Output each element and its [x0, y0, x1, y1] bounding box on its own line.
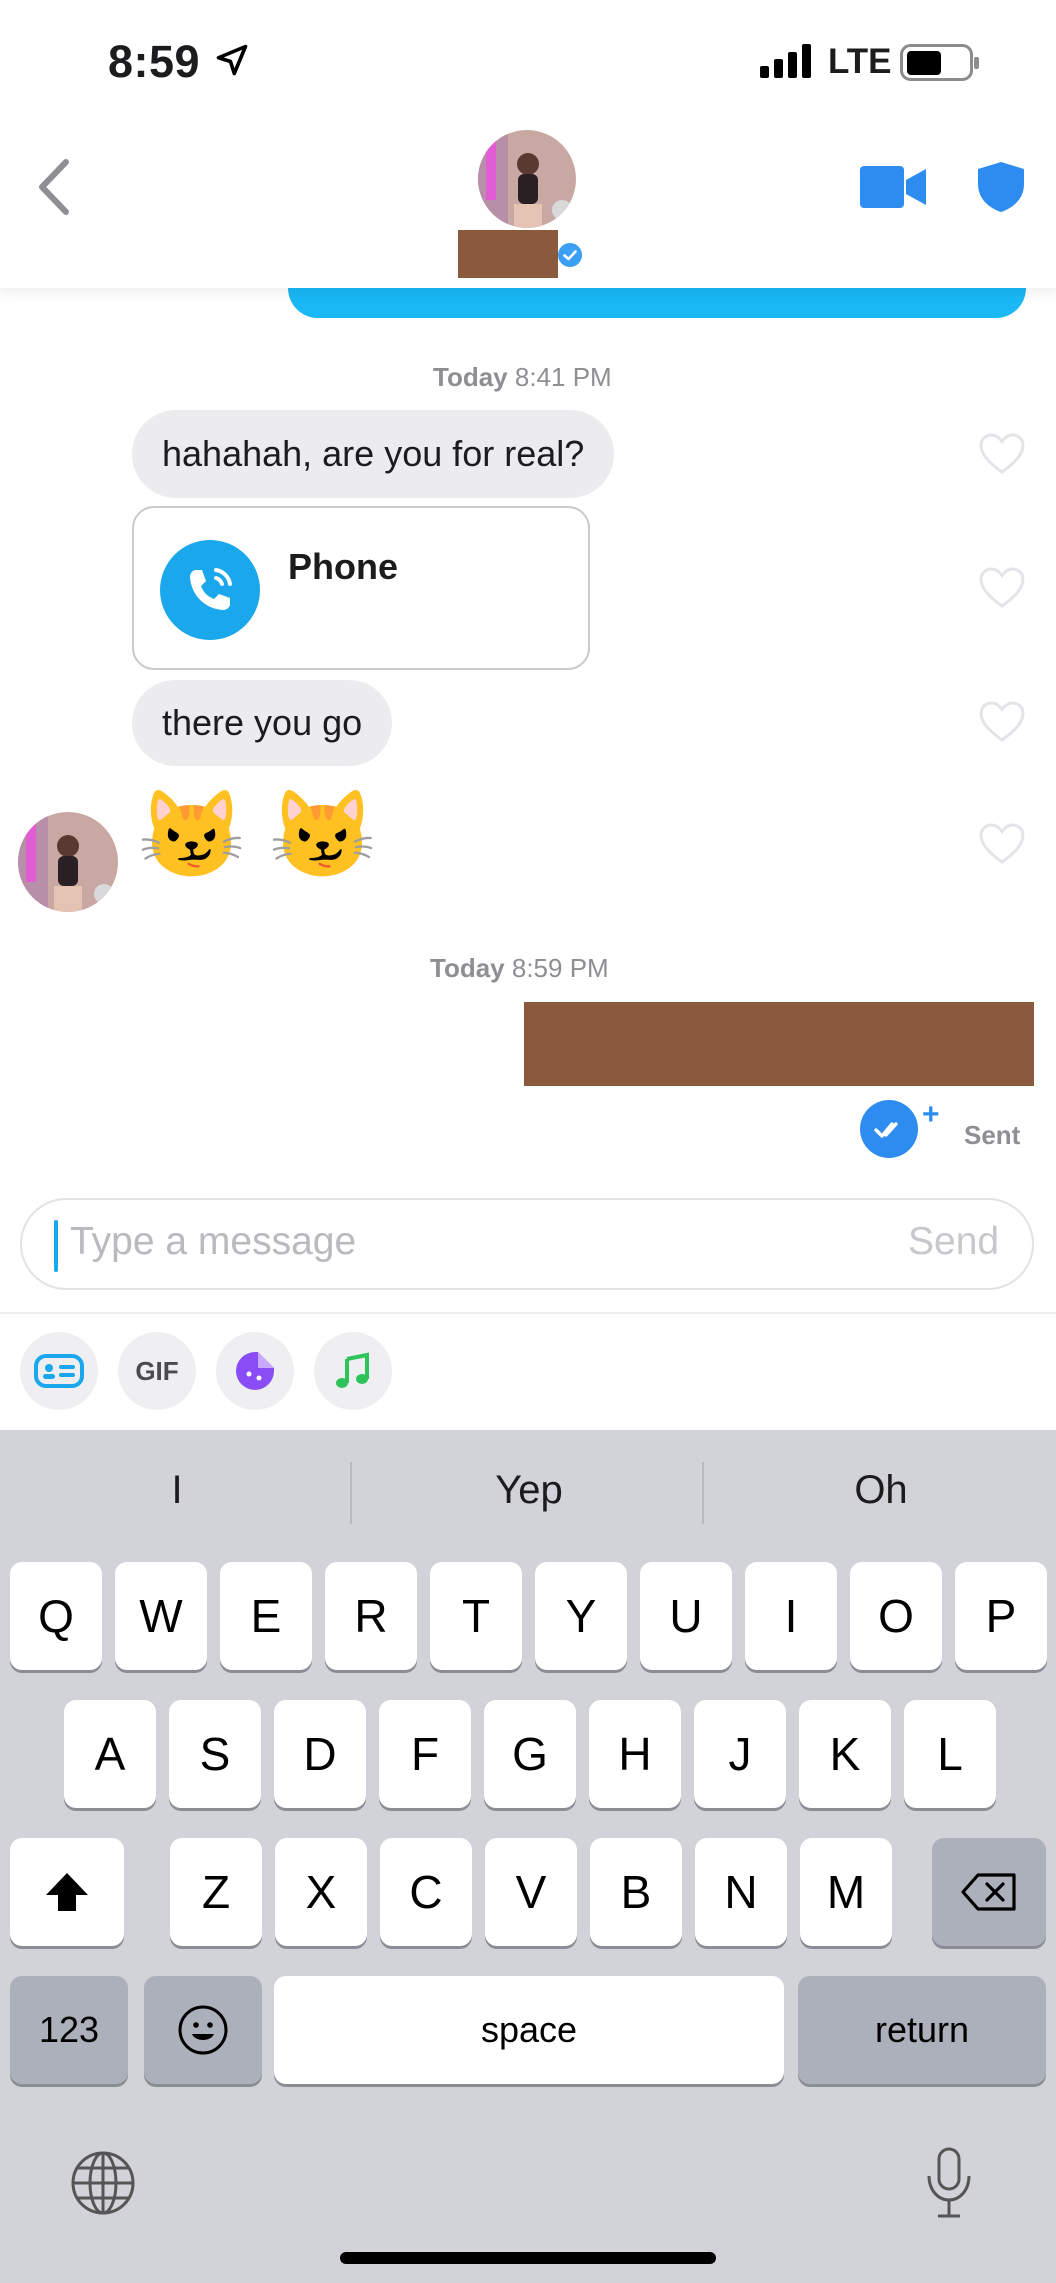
verified-badge-icon: [558, 243, 582, 267]
like-heart-icon[interactable]: [978, 432, 1026, 476]
backspace-icon: [961, 1873, 1016, 1911]
key-w[interactable]: W: [115, 1562, 207, 1670]
key-y[interactable]: Y: [535, 1562, 627, 1670]
key-u[interactable]: U: [640, 1562, 732, 1670]
match-avatar[interactable]: [18, 812, 118, 912]
key-b[interactable]: B: [590, 1838, 682, 1946]
message-timestamp: Today 8:59 PM: [430, 953, 609, 983]
shift-arrow-icon: [46, 1873, 88, 1911]
suggestion-divider: [350, 1462, 352, 1524]
contact-card-icon: [34, 1354, 84, 1388]
video-call-icon[interactable]: [860, 166, 926, 213]
like-heart-icon[interactable]: [978, 566, 1026, 610]
suggestion-3[interactable]: Oh: [716, 1468, 1046, 1513]
key-q[interactable]: Q: [10, 1562, 102, 1670]
key-h[interactable]: H: [589, 1700, 681, 1808]
space-key[interactable]: space: [274, 1976, 784, 2084]
key-k[interactable]: K: [799, 1700, 891, 1808]
received-message[interactable]: there you go: [132, 680, 393, 766]
key-l[interactable]: L: [904, 1700, 996, 1808]
key-r[interactable]: R: [325, 1562, 417, 1670]
key-d[interactable]: D: [274, 1700, 366, 1808]
gif-button[interactable]: GIF: [118, 1332, 196, 1410]
sent-status: Sent: [964, 1120, 1021, 1150]
key-g[interactable]: G: [484, 1700, 576, 1808]
emoji-key[interactable]: [144, 1976, 262, 2084]
key-x[interactable]: X: [275, 1838, 367, 1946]
text-cursor: [54, 1220, 58, 1272]
suggestion-1[interactable]: I: [12, 1468, 342, 1513]
signal-bars-icon: [760, 44, 816, 83]
key-m[interactable]: M: [800, 1838, 892, 1946]
battery-icon: [900, 44, 980, 87]
microphone-icon[interactable]: [924, 2146, 974, 2225]
match-avatar[interactable]: [478, 130, 576, 228]
gif-label: GIF: [135, 1355, 179, 1386]
key-j[interactable]: J: [694, 1700, 786, 1808]
suggestion-2[interactable]: Yep: [364, 1468, 694, 1513]
like-heart-icon[interactable]: [978, 822, 1026, 866]
emoji-face-icon: [178, 2005, 228, 2055]
plus-icon[interactable]: +: [922, 1098, 940, 1132]
match-name-redacted: [458, 230, 558, 278]
numbers-key[interactable]: 123: [10, 1976, 128, 2084]
globe-icon[interactable]: [70, 2150, 136, 2221]
read-receipt-icon[interactable]: [860, 1100, 918, 1158]
divider: [0, 1312, 1056, 1314]
key-n[interactable]: N: [695, 1838, 787, 1946]
suggestion-divider: [702, 1462, 704, 1524]
key-f[interactable]: F: [379, 1700, 471, 1808]
key-t[interactable]: T: [430, 1562, 522, 1670]
home-indicator[interactable]: [340, 2252, 716, 2264]
key-e[interactable]: E: [220, 1562, 312, 1670]
safety-shield-icon[interactable]: [976, 160, 1026, 219]
message-input[interactable]: Type a message: [70, 1220, 356, 1264]
music-note-icon: [336, 1352, 369, 1388]
like-heart-icon[interactable]: [978, 700, 1026, 744]
key-o[interactable]: O: [850, 1562, 942, 1670]
key-a[interactable]: A: [64, 1700, 156, 1808]
key-s[interactable]: S: [169, 1700, 261, 1808]
phone-call-icon: [160, 540, 260, 640]
key-v[interactable]: V: [485, 1838, 577, 1946]
key-p[interactable]: P: [955, 1562, 1047, 1670]
sticker-button[interactable]: [216, 1332, 294, 1410]
send-button[interactable]: Send: [908, 1220, 999, 1264]
phone-card-label: Phone: [288, 546, 399, 587]
music-button[interactable]: [314, 1332, 392, 1410]
key-c[interactable]: C: [380, 1838, 472, 1946]
return-key[interactable]: return: [798, 1976, 1046, 2084]
shift-key[interactable]: [10, 1838, 124, 1946]
sent-message-redacted[interactable]: [524, 1002, 1034, 1086]
delete-key[interactable]: [932, 1838, 1046, 1946]
location-arrow-icon: [214, 42, 250, 83]
key-i[interactable]: I: [745, 1562, 837, 1670]
contact-card-button[interactable]: [20, 1332, 98, 1410]
received-message[interactable]: hahahah, are you for real?: [132, 410, 615, 498]
message-timestamp: Today 8:41 PM: [433, 362, 612, 392]
emoji-message[interactable]: 😼 😼: [138, 792, 376, 878]
network-label: LTE: [828, 42, 892, 81]
sticker-icon: [236, 1352, 274, 1390]
key-z[interactable]: Z: [170, 1838, 262, 1946]
back-chevron-icon[interactable]: [34, 158, 74, 221]
status-time: 8:59: [108, 36, 201, 87]
